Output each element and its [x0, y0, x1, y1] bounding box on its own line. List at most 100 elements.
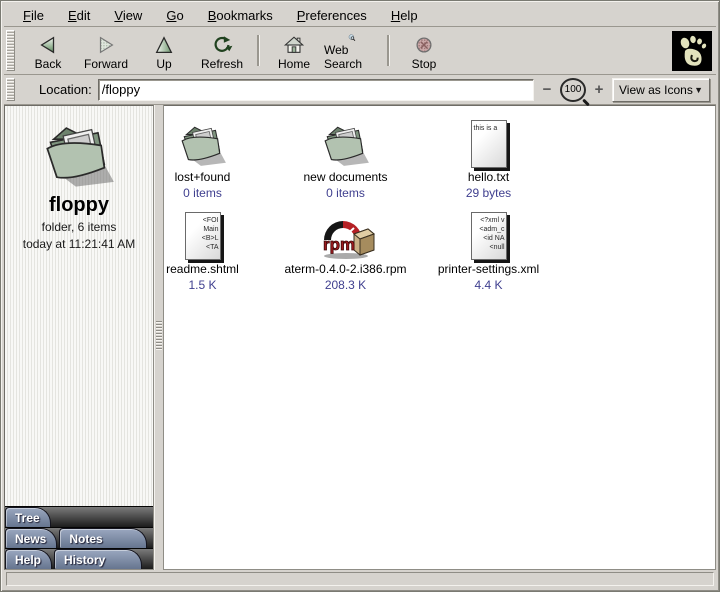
web-search-icon [340, 34, 364, 42]
refresh-icon [210, 34, 234, 56]
file-hello-txt[interactable]: this is a hello.txt 29 bytes [417, 112, 560, 204]
doc-preview-line: <adm_c [474, 225, 505, 234]
sidebar: floppy folder, 6 items today at 11:21:41… [4, 105, 154, 570]
location-label: Location: [39, 82, 92, 97]
refresh-label: Refresh [201, 57, 243, 71]
zoom-in-button[interactable]: + [592, 81, 606, 98]
forward-button[interactable]: Forward [77, 29, 135, 72]
gnome-throbber [672, 31, 712, 71]
doc-preview-line: <null [474, 243, 505, 252]
doc-preview-line: <B>L [188, 234, 219, 243]
tab-history[interactable]: History [54, 549, 142, 569]
file-info: 29 bytes [466, 186, 511, 200]
home-label: Home [278, 57, 310, 71]
text-document-icon: <?xml v <adm_c <id NA <null [471, 212, 507, 260]
sidebar-folder-title: floppy [5, 194, 153, 217]
toolbar-spacer [453, 29, 672, 72]
stop-label: Stop [412, 57, 437, 71]
stop-button[interactable]: Stop [395, 29, 453, 72]
file-manager-window: File Edit View Go Bookmarks Preferences … [0, 0, 720, 592]
svg-text:rpm: rpm [323, 235, 355, 254]
toolbar-grip[interactable] [6, 30, 15, 71]
statusbar [4, 570, 716, 588]
toolbar: Back Forward Up Refres [4, 27, 716, 75]
tab-row: Help History [5, 548, 153, 569]
file-info: 0 items [326, 186, 365, 200]
file-aterm-rpm[interactable]: rpm aterm-0.4.0-2.i386.rpm 208.3 K [274, 204, 417, 296]
view-mode-value: View as Icons [619, 83, 693, 97]
text-document-icon: this is a [471, 120, 507, 168]
doc-preview-line: <TA [188, 243, 219, 252]
tab-news[interactable]: News [5, 528, 57, 548]
doc-preview-line: this is a [474, 124, 505, 133]
menu-help[interactable]: Help [380, 5, 429, 26]
view-mode-dropdown[interactable]: View as Icons ▼ [612, 78, 710, 102]
statusbar-message [6, 572, 714, 586]
up-button[interactable]: Up [135, 29, 193, 72]
stop-icon [412, 34, 436, 56]
folder-icon [321, 122, 371, 168]
chevron-down-icon: ▼ [694, 85, 703, 95]
locationbar-grip[interactable] [6, 78, 15, 101]
web-search-label: Web Search [324, 43, 380, 71]
floppy-folder-icon [41, 120, 117, 190]
sidebar-folder-subtitle: folder, 6 items [5, 220, 153, 234]
web-search-button[interactable]: Web Search [323, 29, 381, 72]
file-name: readme.shtml [166, 262, 239, 276]
file-lost-found[interactable]: lost+found 0 items [164, 112, 274, 204]
zoom-out-button[interactable]: − [540, 81, 554, 98]
zoom-level-value: 100 [565, 84, 582, 95]
up-label: Up [156, 57, 171, 71]
menu-file[interactable]: File [12, 5, 55, 26]
home-icon [282, 34, 306, 56]
refresh-button[interactable]: Refresh [193, 29, 251, 72]
menubar: File Edit View Go Bookmarks Preferences … [4, 4, 716, 27]
file-name: new documents [303, 170, 387, 184]
back-label: Back [35, 57, 62, 71]
forward-icon [94, 34, 118, 56]
menu-edit[interactable]: Edit [57, 5, 101, 26]
file-info: 1.5 K [188, 278, 216, 292]
menu-bookmarks[interactable]: Bookmarks [197, 5, 284, 26]
tab-help[interactable]: Help [5, 549, 52, 569]
sidebar-splitter[interactable] [154, 105, 164, 570]
content-area: floppy folder, 6 items today at 11:21:41… [4, 105, 716, 570]
home-button[interactable]: Home [265, 29, 323, 72]
file-name: aterm-0.4.0-2.i386.rpm [284, 262, 406, 276]
icon-view: lost+found 0 items new [164, 105, 716, 570]
toolbar-separator [387, 35, 389, 66]
file-name: hello.txt [468, 170, 509, 184]
file-info: 0 items [183, 186, 222, 200]
location-bar: Location: − 100 + View as Icons ▼ [4, 75, 716, 105]
doc-preview-line: <?xml v [474, 216, 505, 225]
forward-label: Forward [84, 57, 128, 71]
toolbar-separator [257, 35, 259, 66]
file-info: 4.4 K [474, 278, 502, 292]
splitter-thumb[interactable] [156, 320, 162, 350]
file-info: 208.3 K [325, 278, 366, 292]
sidebar-tabs: Tree News Notes Help History [5, 506, 153, 569]
text-document-icon: <FOI Main <B>L <TA [185, 212, 221, 260]
icon-grid: lost+found 0 items new [164, 112, 715, 296]
location-input[interactable] [98, 79, 534, 101]
back-button[interactable]: Back [19, 29, 77, 72]
file-new-documents[interactable]: new documents 0 items [274, 112, 417, 204]
menu-preferences[interactable]: Preferences [286, 5, 378, 26]
up-icon [152, 34, 176, 56]
zoom-level-indicator[interactable]: 100 [560, 78, 586, 102]
tab-row: Tree [5, 506, 153, 527]
tab-notes[interactable]: Notes [59, 528, 147, 548]
sidebar-folder-date: today at 11:21:41 AM [5, 237, 153, 251]
doc-preview-line: Main [188, 225, 219, 234]
doc-preview-line: <FOI [188, 216, 219, 225]
doc-preview-line: <id NA [474, 234, 505, 243]
back-icon [36, 34, 60, 56]
rpm-package-icon: rpm [316, 214, 376, 260]
gnome-foot-icon [675, 34, 709, 68]
menu-go[interactable]: Go [155, 5, 194, 26]
menu-view[interactable]: View [103, 5, 153, 26]
file-printer-settings-xml[interactable]: <?xml v <adm_c <id NA <null printer-sett… [417, 204, 560, 296]
tab-tree[interactable]: Tree [5, 507, 51, 527]
folder-icon [178, 122, 228, 168]
file-readme-shtml[interactable]: <FOI Main <B>L <TA readme.shtml 1.5 K [164, 204, 274, 296]
